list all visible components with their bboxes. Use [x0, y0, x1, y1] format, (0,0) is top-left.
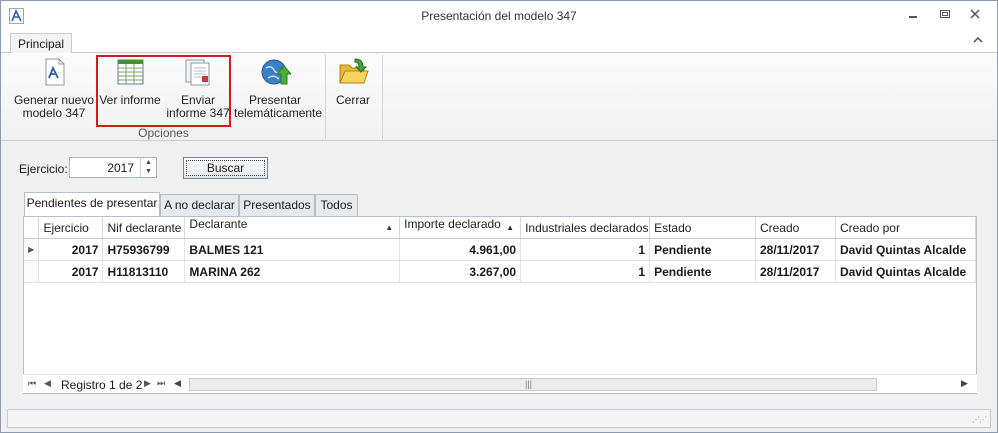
collapse-ribbon-icon[interactable]: [973, 35, 983, 47]
cell-importe[interactable]: 4.961,00: [399, 238, 522, 261]
cell-nif[interactable]: H75936799: [102, 238, 186, 261]
folder-icon: [337, 56, 369, 88]
status-bar: ⋰⋰: [7, 409, 991, 428]
cell-creado[interactable]: 28/11/2017: [755, 238, 836, 261]
scroll-left-icon[interactable]: ◀: [174, 378, 181, 389]
filter-bar: Ejercicio: 2017 ▲ ▼ Buscar: [1, 142, 997, 192]
spinner-arrows[interactable]: ▲ ▼: [140, 158, 156, 177]
minimize-button[interactable]: [905, 8, 921, 22]
grid-footer: ⏮ ◀ Registro 1 de 2 ▶ ⏭ ◀ ||| ▶: [23, 374, 977, 393]
spin-down-icon[interactable]: ▼: [141, 167, 156, 176]
sort-asc-icon: ▲: [385, 223, 394, 232]
cell-creado[interactable]: 28/11/2017: [755, 260, 836, 283]
col-creado-por[interactable]: Creado por: [835, 217, 977, 239]
col-declarante[interactable]: Declarante ▲: [184, 217, 401, 239]
sort-asc-icon: ▲: [506, 223, 515, 232]
tab-no-declarar[interactable]: A no declarar: [160, 194, 239, 216]
ejercicio-label: Ejercicio:: [19, 162, 68, 176]
row-indicator: [24, 260, 40, 283]
col-declarante-label: Declarante: [189, 217, 248, 231]
window-title: Presentación del modelo 347: [421, 9, 577, 23]
group-caption: Opciones: [138, 126, 189, 140]
cell-declarante[interactable]: BALMES 121: [184, 238, 401, 261]
first-record-icon[interactable]: ⏮: [28, 378, 36, 389]
selection-highlight: [96, 55, 231, 127]
col-creado[interactable]: Creado: [755, 217, 836, 239]
cell-industriales[interactable]: 1: [520, 260, 651, 283]
col-nif[interactable]: Nif declarante: [102, 217, 186, 239]
tab-todos[interactable]: Todos: [315, 194, 358, 216]
cell-ejercicio[interactable]: 2017: [38, 260, 104, 283]
generar-label-2: modelo 347: [22, 106, 86, 120]
cell-nif[interactable]: H11813110: [102, 260, 186, 283]
tab-presentados[interactable]: Presentados: [239, 194, 315, 216]
cell-estado[interactable]: Pendiente: [649, 260, 756, 283]
row-indicator-header: [24, 217, 40, 239]
scroll-right-icon[interactable]: ▶: [961, 378, 968, 389]
presentar-telematicamente-button[interactable]: Presentar telemáticamente: [234, 56, 323, 120]
table-row[interactable]: 2017 H11813110 MARINA 262 3.267,00 1 Pen…: [24, 260, 977, 283]
ejercicio-spinner[interactable]: 2017 ▲ ▼: [69, 157, 157, 178]
cell-declarante[interactable]: MARINA 262: [184, 260, 401, 283]
last-record-icon[interactable]: ⏭: [157, 378, 165, 389]
ejercicio-value: 2017: [107, 161, 134, 175]
col-estado[interactable]: Estado: [649, 217, 756, 239]
col-industriales[interactable]: Industriales declarados: [520, 217, 651, 239]
next-record-icon[interactable]: ▶: [144, 378, 151, 389]
tab-principal[interactable]: Principal: [10, 33, 72, 54]
header-row: Ejercicio Nif declarante Declarante ▲ Imp…: [24, 217, 977, 239]
resize-grip-icon[interactable]: ⋰⋰: [972, 415, 987, 424]
title-bar: Presentación del modelo 347: [1, 1, 997, 31]
col-ejercicio[interactable]: Ejercicio: [38, 217, 104, 239]
tab-pendientes[interactable]: Pendientes de presentar: [24, 192, 160, 216]
main-window: Presentación del modelo 347 Principal Ge…: [0, 0, 998, 433]
cell-importe[interactable]: 3.267,00: [399, 260, 522, 283]
document-icon: [38, 56, 70, 88]
table-row[interactable]: ▶ 2017 H75936799 BALMES 121 4.961,00 1 P…: [24, 238, 977, 261]
close-button[interactable]: [967, 8, 983, 22]
presentar-label-2: telemáticamente: [234, 106, 323, 120]
cell-industriales[interactable]: 1: [520, 238, 651, 261]
col-importe[interactable]: Importe declarado ▲: [399, 217, 522, 239]
ribbon-separator: [325, 55, 326, 139]
ribbon-tabstrip: Principal: [1, 31, 997, 54]
cell-creado-por[interactable]: David Quintas Alcalde: [835, 260, 977, 283]
ribbon-separator: [382, 55, 383, 139]
buscar-button[interactable]: Buscar: [183, 157, 268, 179]
cell-creado-por[interactable]: David Quintas Alcalde: [835, 238, 977, 261]
results-table: Ejercicio Nif declarante Declarante ▲ Imp…: [24, 217, 977, 283]
maximize-button[interactable]: [937, 8, 953, 22]
col-importe-label: Importe declarado: [404, 217, 501, 231]
prev-record-icon[interactable]: ◀: [44, 378, 51, 389]
spin-up-icon[interactable]: ▲: [141, 158, 156, 167]
scroll-grip-icon: |||: [525, 379, 533, 389]
row-pointer-icon: ▶: [24, 238, 40, 261]
cell-estado[interactable]: Pendiente: [649, 238, 756, 261]
results-grid: Ejercicio Nif declarante Declarante ▲ Imp…: [23, 216, 977, 394]
generar-modelo-button[interactable]: Generar nuevo modelo 347: [13, 56, 95, 120]
cerrar-label: Cerrar: [335, 93, 370, 107]
cell-ejercicio[interactable]: 2017: [38, 238, 104, 261]
globe-upload-icon: [259, 56, 293, 88]
horizontal-scrollbar[interactable]: |||: [189, 378, 877, 391]
cerrar-button[interactable]: Cerrar: [331, 56, 375, 107]
record-counter: Registro 1 de 2: [61, 378, 143, 392]
